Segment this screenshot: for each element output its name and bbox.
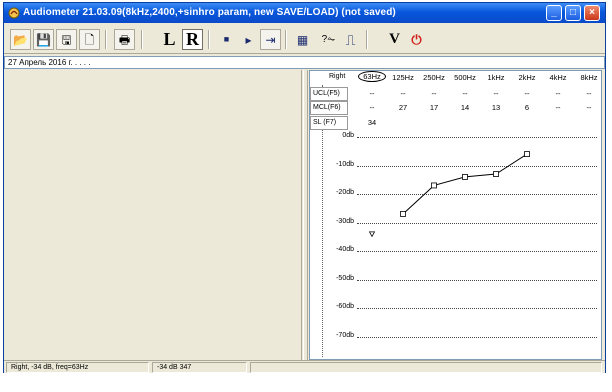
open-button[interactable]: 📂 <box>10 29 31 50</box>
save-all-button[interactable]: 🖫 <box>56 29 77 50</box>
audiogram-plot <box>368 151 530 238</box>
play-button[interactable]: ▸ <box>238 29 259 50</box>
toolbar-separator <box>366 30 368 49</box>
window-title: Audiometer 21.03.09(8kHz,2400,+sinhro pa… <box>23 7 396 18</box>
printer-icon: 🖶 <box>118 32 131 47</box>
data-point[interactable] <box>524 151 530 157</box>
data-point[interactable] <box>462 174 468 180</box>
left-ear-button[interactable]: L <box>159 29 180 50</box>
stop-button[interactable]: ■ <box>216 29 237 50</box>
play-icon: ▸ <box>245 32 252 47</box>
left-ear-label: L <box>163 29 176 49</box>
stop-icon: ■ <box>223 34 230 44</box>
minimize-button[interactable]: _ <box>546 5 562 21</box>
floppy-save-icon: 💾 <box>36 32 51 47</box>
sl-marker[interactable] <box>368 231 376 238</box>
panel-splitter[interactable] <box>303 70 308 360</box>
right-ear-label: R <box>186 29 199 49</box>
step-icon: ⇥ <box>265 32 276 47</box>
status-hint: Right, -34 dB, freq=63Hz <box>6 362 149 373</box>
save-button[interactable]: 💾 <box>33 29 54 50</box>
save-all-icon: 🖫 <box>61 32 72 47</box>
folder-open-icon: 📂 <box>13 32 28 47</box>
grid-button[interactable]: ▦ <box>292 29 313 50</box>
status-extra <box>250 362 602 373</box>
toolbar-separator <box>105 30 107 49</box>
data-point[interactable] <box>493 171 499 177</box>
power-button[interactable]: ⏻ <box>406 29 427 50</box>
tone-icon: ?⏦ <box>321 33 336 45</box>
close-button[interactable]: × <box>584 5 600 21</box>
step-button[interactable]: ⇥ <box>260 29 281 50</box>
title-bar[interactable]: Audiometer 21.03.09(8kHz,2400,+sinhro pa… <box>4 3 605 23</box>
date-text: 27 Апрель 2016 г. . . . . <box>8 58 91 67</box>
maximize-button[interactable]: □ <box>565 5 581 21</box>
pulse-icon: ⎍ <box>345 31 356 48</box>
v-button[interactable]: V <box>384 29 405 50</box>
v-label: V <box>389 31 400 47</box>
pulse-button[interactable]: ⎍ <box>340 29 361 50</box>
data-point[interactable] <box>400 211 406 217</box>
toolbar-separator <box>141 30 143 49</box>
data-point[interactable] <box>431 182 437 189</box>
toolbar-separator <box>285 30 287 49</box>
new-document-icon: 🗋 <box>84 32 95 47</box>
series-line <box>402 153 528 215</box>
date-field[interactable]: 27 Апрель 2016 г. . . . . <box>4 56 605 69</box>
power-icon: ⏻ <box>411 32 422 47</box>
toolbar-separator <box>208 30 210 49</box>
grid-icon: ▦ <box>296 32 309 47</box>
app-icon <box>8 7 20 19</box>
audiogram-panel: Right 63Hz 125Hz 250Hz 500Hz 1kHz 2kHz 4kHz 8kH… <box>309 70 602 360</box>
right-ear-button[interactable]: R <box>182 29 203 50</box>
toolbar: 📂 💾 🖫 🗋 🖶 L R ■ ▸ ⇥ ▦ ?⏦ ⎍ V ⏻ <box>4 24 605 54</box>
left-panel <box>4 70 302 360</box>
print-button[interactable]: 🖶 <box>114 29 135 50</box>
tone-button[interactable]: ?⏦ <box>318 29 339 50</box>
new-button[interactable]: 🗋 <box>79 29 100 50</box>
status-level: -34 dB 347 <box>152 362 247 373</box>
status-bar: Right, -34 dB, freq=63Hz -34 dB 347 <box>4 360 605 373</box>
audiometer-window: Audiometer 21.03.09(8kHz,2400,+sinhro pa… <box>3 2 606 373</box>
